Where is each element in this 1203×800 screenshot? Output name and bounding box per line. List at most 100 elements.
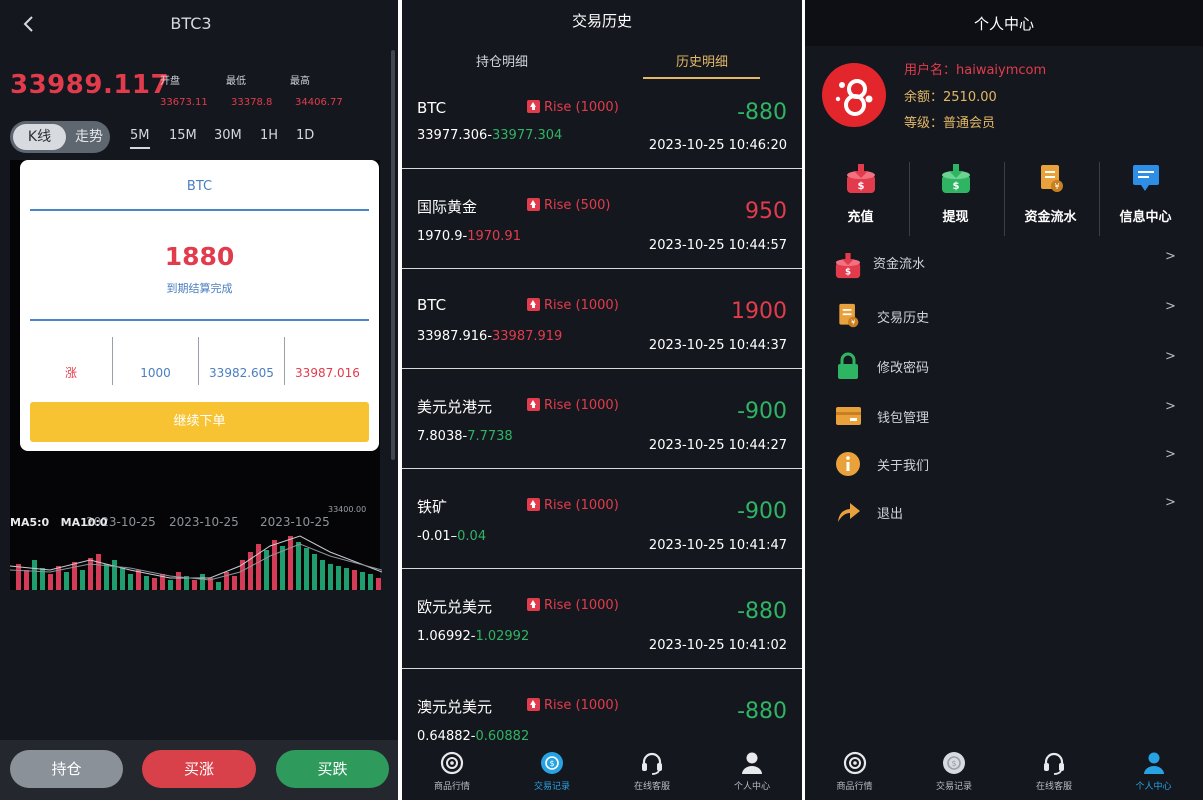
stat-value: 33673.11 bbox=[160, 97, 208, 108]
y-axis-label: 33400.00 bbox=[328, 505, 367, 514]
direction-label: Rise (1000) bbox=[544, 698, 619, 713]
menu-item-trade-history[interactable]: ¥ 交易历史 > bbox=[805, 295, 1203, 335]
volume-bar bbox=[216, 582, 221, 590]
chevron-right-icon: > bbox=[1165, 249, 1176, 264]
volume-bar bbox=[280, 546, 285, 590]
trade-row[interactable]: BTC Rise (1000) 1900 33987.916-33987.919… bbox=[402, 270, 802, 369]
volume-bar bbox=[32, 560, 37, 590]
trade-row[interactable]: 国际黄金 Rise (500) 950 1970.9-1970.91 2023-… bbox=[402, 170, 802, 269]
x-axis-label: 2023-10-25 bbox=[169, 515, 239, 529]
timeframe-15m[interactable]: 15M bbox=[169, 128, 197, 143]
trend-option[interactable]: 走势 bbox=[68, 121, 110, 153]
direction-label: Rise (1000) bbox=[544, 398, 619, 413]
trade-time: 2023-10-25 10:41:02 bbox=[648, 638, 787, 653]
hold-button[interactable]: 持仓 bbox=[10, 750, 123, 788]
headset-icon bbox=[1044, 752, 1064, 775]
fund-flow-button[interactable]: ¥ 资金流水 bbox=[1003, 160, 1098, 238]
stat-high: 最高 34406.77 bbox=[290, 72, 343, 108]
trade-row[interactable]: 铁矿 Rise (1000) -900 -0.01–0.04 2023-10-2… bbox=[402, 470, 802, 569]
timeframe-1h[interactable]: 1H bbox=[260, 128, 278, 143]
tab-positions[interactable]: 持仓明细 bbox=[442, 51, 562, 70]
chart-empty-area bbox=[0, 590, 398, 740]
trade-row[interactable]: 欧元兑美元 Rise (1000) -880 1.06992-1.02992 2… bbox=[402, 570, 802, 669]
order-amount: 1000 bbox=[140, 366, 171, 380]
tab-history[interactable]: 历史明细 bbox=[642, 51, 762, 70]
timeframe-30m[interactable]: 30M bbox=[214, 128, 242, 143]
menu-item-fund-flow[interactable]: $ 资金流水 > bbox=[805, 245, 1203, 285]
volume-bar bbox=[168, 580, 173, 590]
buy-up-button[interactable]: 买涨 bbox=[142, 750, 256, 788]
nav-label: 商品行情 bbox=[433, 782, 470, 792]
volume-bar bbox=[24, 570, 29, 590]
market-icon bbox=[843, 751, 866, 775]
trade-direction: Rise (1000) bbox=[527, 298, 619, 313]
volume-bar bbox=[360, 572, 365, 590]
nav-trade-record[interactable]: $ 交易记录 bbox=[502, 740, 602, 800]
withdraw-button[interactable]: $ 提现 bbox=[908, 160, 1003, 238]
volume-bar bbox=[304, 548, 309, 590]
balance-label: 余额： bbox=[904, 90, 944, 105]
chart-header: BTC3 bbox=[0, 0, 398, 48]
settlement-amount: 1880 bbox=[164, 242, 235, 271]
timeframe-5m[interactable]: 5M bbox=[130, 128, 150, 149]
trade-direction: Rise (1000) bbox=[527, 100, 619, 115]
avatar bbox=[822, 63, 886, 127]
deposit-icon: $ bbox=[846, 164, 875, 193]
trade-pnl: 1900 bbox=[731, 299, 787, 324]
fund-flow-icon: ¥ bbox=[1040, 165, 1063, 192]
svg-text:¥: ¥ bbox=[1054, 182, 1059, 191]
buy-down-button[interactable]: 买跌 bbox=[276, 750, 389, 788]
page-title: BTC3 bbox=[170, 14, 212, 33]
rise-arrow-icon bbox=[527, 100, 540, 113]
menu-label: 资金流水 bbox=[873, 257, 926, 272]
history-panel: 交易历史 持仓明细 历史明细 BTC Rise (1000) -880 3397… bbox=[402, 0, 802, 800]
message-center-button[interactable]: 信息中心 bbox=[1098, 160, 1193, 238]
trade-prices: 33987.916-33987.919 bbox=[417, 329, 563, 344]
current-price: 33989.117 bbox=[10, 70, 170, 100]
deposit-button[interactable]: $ 充值 bbox=[813, 160, 908, 238]
trade-time: 2023-10-25 10:41:47 bbox=[648, 538, 787, 553]
nav-profile[interactable]: 个人中心 bbox=[702, 740, 802, 800]
kline-option[interactable]: K线 bbox=[13, 124, 66, 150]
nav-label: 个人中心 bbox=[733, 782, 770, 792]
stat-label: 开盘 bbox=[160, 76, 180, 87]
trade-pnl: -880 bbox=[737, 100, 787, 125]
scrollbar[interactable] bbox=[391, 50, 395, 460]
trade-time: 2023-10-25 10:44:27 bbox=[648, 438, 787, 453]
close-price: 0.04 bbox=[457, 529, 487, 544]
close-price: 1970.91 bbox=[467, 229, 521, 244]
trade-direction: Rise (1000) bbox=[527, 698, 619, 713]
username-label: 用户名： bbox=[904, 63, 957, 78]
volume-bar bbox=[112, 560, 117, 590]
menu-label: 修改密码 bbox=[877, 361, 930, 376]
nav-trade-record[interactable]: $ 交易记录 bbox=[904, 740, 1004, 800]
volume-bar bbox=[192, 580, 197, 590]
rise-arrow-icon bbox=[527, 398, 540, 411]
nav-label: 交易记录 bbox=[533, 782, 570, 792]
menu-item-logout[interactable]: 退出 > bbox=[805, 491, 1203, 531]
nav-market[interactable]: 商品行情 bbox=[402, 740, 502, 800]
volume-bar bbox=[72, 562, 77, 590]
trade-row[interactable]: BTC Rise (1000) -880 33977.306-33977.304… bbox=[402, 80, 802, 169]
menu-item-change-password[interactable]: 修改密码 > bbox=[805, 345, 1203, 385]
timeframe-1d[interactable]: 1D bbox=[296, 128, 314, 143]
nav-support[interactable]: 在线客服 bbox=[602, 740, 702, 800]
menu-item-about[interactable]: 关于我们 > bbox=[805, 443, 1203, 483]
nav-label: 在线客服 bbox=[1035, 782, 1072, 792]
close-price: 1.02992 bbox=[475, 629, 530, 644]
chart-mode-toggle[interactable]: K线 走势 bbox=[10, 121, 110, 153]
nav-market[interactable]: 商品行情 bbox=[805, 740, 904, 800]
direction-label: Rise (500) bbox=[544, 198, 611, 213]
level-label: 等级： bbox=[904, 116, 944, 131]
continue-order-button[interactable]: 继续下单 bbox=[30, 402, 369, 442]
open-price: 7.8038 bbox=[417, 429, 463, 444]
open-price: 33982.605 bbox=[209, 366, 274, 380]
trade-record-icon: $ bbox=[541, 752, 563, 774]
trade-row[interactable]: 美元兑港元 Rise (1000) -900 7.8038-7.7738 202… bbox=[402, 370, 802, 469]
nav-support[interactable]: 在线客服 bbox=[1004, 740, 1104, 800]
user-icon bbox=[1143, 752, 1164, 774]
menu-item-wallet[interactable]: 钱包管理 > bbox=[805, 395, 1203, 435]
market-icon bbox=[440, 751, 464, 775]
nav-profile[interactable]: 个人中心 bbox=[1104, 740, 1203, 800]
volume-bar bbox=[144, 576, 149, 590]
